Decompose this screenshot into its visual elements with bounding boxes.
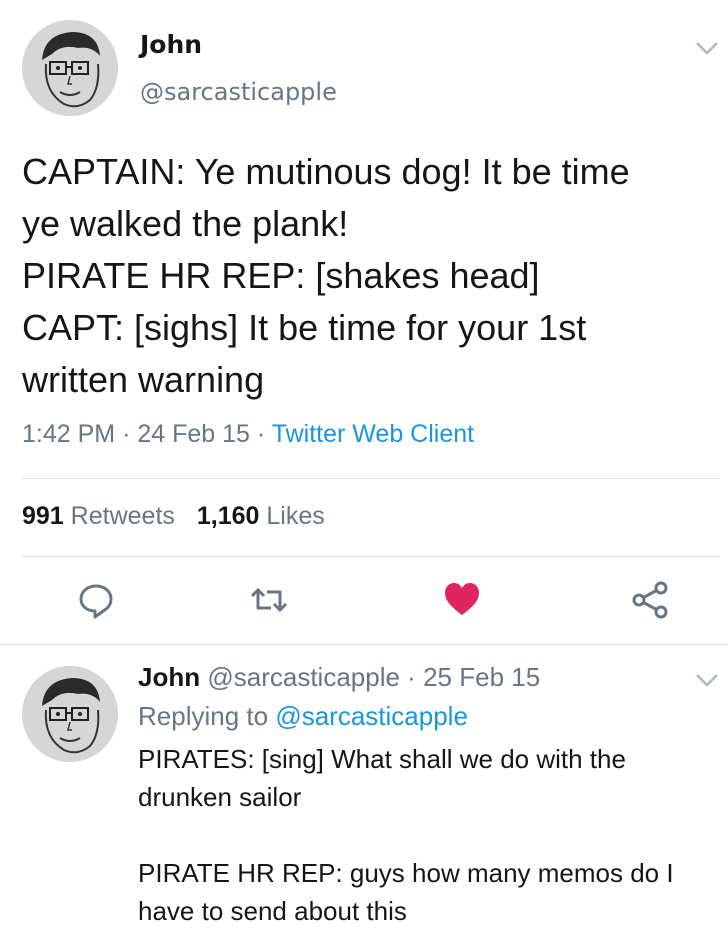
- tweet-time[interactable]: 1:42 PM: [22, 420, 115, 448]
- author-name[interactable]: John: [140, 30, 202, 59]
- replying-label: Replying to: [138, 701, 269, 731]
- sketched-face-avatar-icon: [22, 666, 118, 762]
- author-handle[interactable]: @sarcasticapple: [207, 662, 400, 692]
- avatar[interactable]: [22, 666, 118, 762]
- tweet-stats: 991 Retweets 1,160 Likes: [22, 502, 325, 531]
- retweets-count: 991: [22, 502, 64, 530]
- tweet-client-link[interactable]: Twitter Web Client: [272, 420, 474, 448]
- meta-separator: ·: [122, 420, 131, 448]
- likes-count: 1,160: [196, 502, 260, 530]
- meta-separator: ·: [256, 420, 266, 448]
- chevron-down-icon[interactable]: [694, 40, 720, 56]
- likes-label: Likes: [266, 502, 325, 530]
- reply-icon[interactable]: [76, 580, 116, 620]
- mention-link[interactable]: @sarcasticapple: [275, 701, 468, 731]
- divider: [0, 644, 728, 645]
- meta-separator: ·: [407, 662, 416, 692]
- avatar[interactable]: [22, 20, 118, 116]
- retweets-label: Retweets: [70, 502, 175, 530]
- author-handle[interactable]: @sarcasticapple: [140, 78, 337, 106]
- like-icon[interactable]: [442, 580, 482, 620]
- reply-tweet-text: PIRATES: [sing] What shall we do with th…: [138, 744, 674, 926]
- retweets-stat[interactable]: 991 Retweets: [22, 502, 175, 530]
- tweet-date[interactable]: 25 Feb 15: [423, 662, 540, 692]
- sketched-face-avatar-icon: [22, 20, 118, 116]
- tweet-meta: 1:42 PM · 24 Feb 15 · Twitter Web Client: [22, 420, 474, 449]
- likes-stat[interactable]: 1,160 Likes: [197, 502, 325, 530]
- main-tweet: John @sarcasticapple CAPTAIN: Ye mutinou…: [0, 0, 728, 645]
- retweet-icon[interactable]: [249, 580, 289, 620]
- share-icon[interactable]: [630, 580, 670, 620]
- tweet-date[interactable]: 24 Feb 15: [137, 420, 250, 448]
- author-name[interactable]: John: [138, 662, 200, 692]
- reply-header: John @sarcasticapple · 25 Feb 15: [138, 662, 540, 693]
- divider: [22, 478, 720, 479]
- chevron-down-icon[interactable]: [694, 672, 720, 688]
- tweet-text: CAPTAIN: Ye mutinous dog! It be time ye …: [22, 151, 630, 400]
- replying-to: Replying to @sarcasticapple: [138, 701, 468, 732]
- divider: [22, 556, 720, 557]
